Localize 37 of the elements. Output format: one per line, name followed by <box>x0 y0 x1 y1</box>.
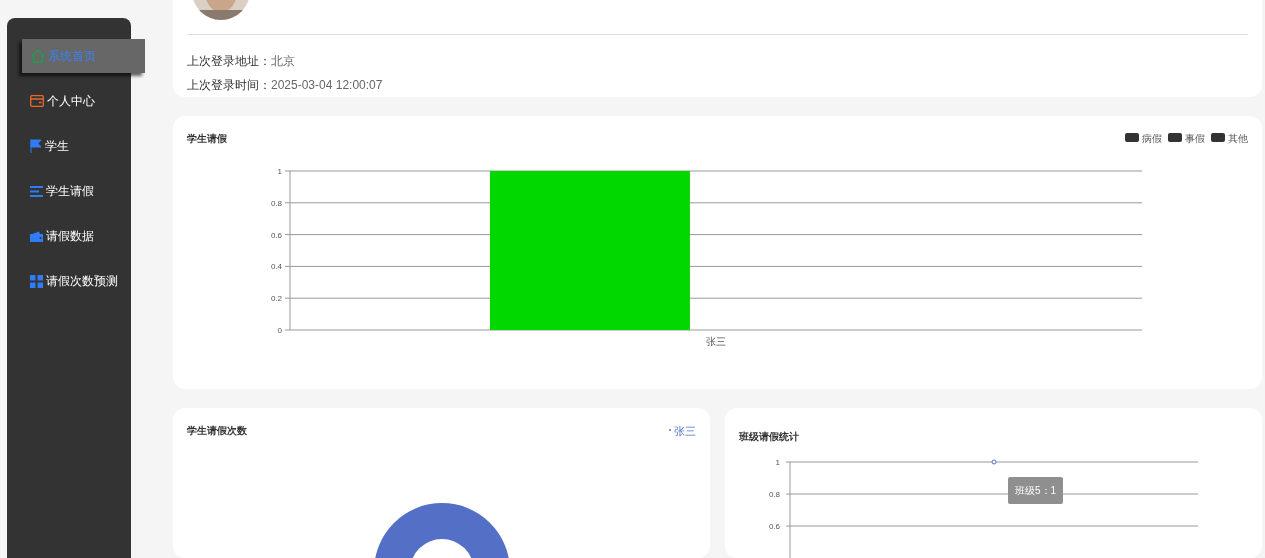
category-label: 张三 <box>706 335 726 347</box>
sidebar-item[interactable]: 请假次数预测 <box>7 264 131 298</box>
tick-label: 1 <box>277 166 282 176</box>
tick-label: 0.2 <box>270 294 282 304</box>
list-icon <box>30 185 43 197</box>
chart-title: 学生请假 <box>187 131 227 146</box>
legend-label: 事假 <box>1185 131 1205 146</box>
legend-label: 张三 <box>674 424 696 439</box>
sidebar-item[interactable]: 请假数据 <box>7 219 131 253</box>
chart-title: 班级请假统计 <box>739 431 799 442</box>
sidebar-item[interactable]: 学生 <box>7 129 131 163</box>
sidebar-item[interactable]: 个人中心 <box>7 84 131 118</box>
home-icon <box>31 49 45 63</box>
field-label: 上次登录时间： <box>187 77 271 94</box>
grid-icon <box>30 274 43 288</box>
legend-label: 其他 <box>1228 131 1248 146</box>
legend-swatch-icon <box>1168 132 1182 142</box>
field-label: 上次登录地址： <box>187 53 271 70</box>
tooltip: 班级5：1 <box>1008 477 1064 504</box>
flag-icon <box>30 139 42 153</box>
card-icon <box>30 95 44 107</box>
wallet-icon <box>30 230 43 242</box>
tick-label: 0.6 <box>768 522 780 531</box>
tick-label: 0.8 <box>768 490 780 499</box>
tick-label: 0.8 <box>270 198 282 208</box>
sidebar-item[interactable]: 学生请假 <box>7 174 131 208</box>
tick-label: 0.4 <box>270 262 282 272</box>
chart-title: 学生请假次数 <box>187 424 247 438</box>
legend-swatch-icon <box>1125 132 1139 142</box>
tick-label: 0.6 <box>270 230 282 240</box>
legend-label: 病假 <box>1142 131 1162 146</box>
field-value: 北京 <box>271 53 295 70</box>
legend-swatch-icon <box>1211 132 1225 142</box>
tick-label: 1 <box>775 458 780 467</box>
tick-label: 0 <box>277 325 282 335</box>
point <box>991 459 997 465</box>
field-value: 2025-03-04 12:00:07 <box>271 77 383 94</box>
